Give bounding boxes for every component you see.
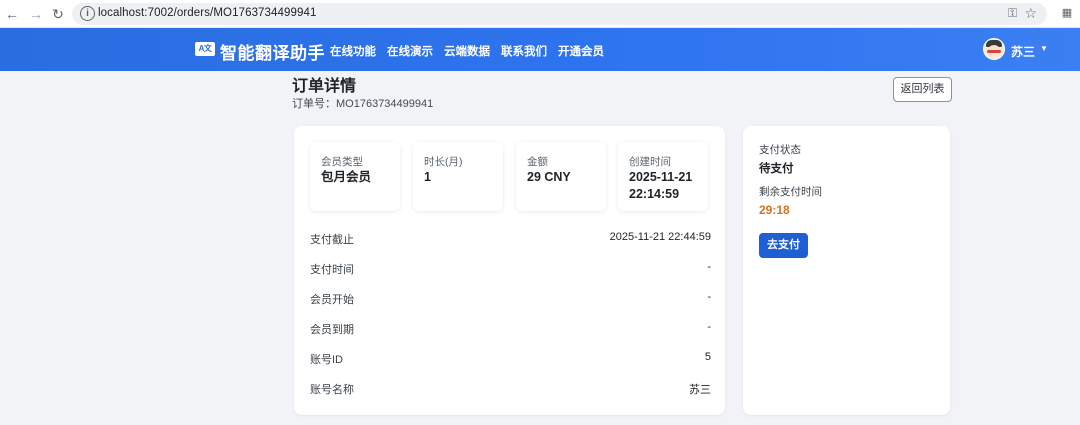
reload-icon[interactable]: ↻ (49, 5, 67, 23)
forward-arrow-icon[interactable]: → (27, 5, 45, 23)
detail-row-payment-time: 支付时间 - (310, 252, 711, 282)
summary-tile-duration: 时长(月) 1 (413, 142, 503, 211)
nav-item-cloud-data[interactable]: 云端数据 (444, 43, 490, 59)
app-header: A文 智能翻译助手 在线功能 在线演示 云端数据 联系我们 开通会员 苏三 ▼ (0, 28, 1080, 71)
payment-status-card: 支付状态 待支付 剩余支付时间 29:18 去支付 (743, 126, 950, 415)
nav-item-features[interactable]: 在线功能 (330, 43, 376, 59)
remaining-time-countdown: 29:18 (759, 203, 790, 217)
avatar-accent (987, 50, 1001, 53)
extensions-icon[interactable]: ▦ (1059, 6, 1075, 22)
summary-tile-membership-type: 会员类型 包月会员 (310, 142, 400, 211)
detail-label: 会员开始 (310, 294, 354, 306)
detail-value: 5 (704, 351, 711, 363)
logo-icon[interactable]: A文 (195, 42, 215, 56)
tile-label: 创建时间 (629, 156, 671, 168)
brand-title[interactable]: 智能翻译助手 (220, 39, 325, 64)
site-info-icon[interactable]: i (80, 6, 95, 21)
payment-status-value: 待支付 (759, 163, 794, 175)
summary-tile-amount: 金额 29 CNY (516, 142, 606, 211)
password-key-icon[interactable]: ⚿ (1008, 6, 1017, 21)
address-bar[interactable]: i localhost:7002/orders/MO1763734499941 … (72, 3, 1047, 25)
tile-label: 金额 (527, 156, 548, 168)
detail-value: - (707, 291, 711, 303)
detail-value: - (707, 321, 711, 333)
tile-label: 会员类型 (321, 156, 363, 168)
detail-label: 支付时间 (310, 264, 354, 276)
top-nav: 在线功能 在线演示 云端数据 联系我们 开通会员 (330, 43, 604, 59)
detail-label: 支付截止 (310, 234, 354, 246)
tile-value: 1 (424, 170, 431, 184)
nav-item-membership[interactable]: 开通会员 (558, 43, 604, 59)
user-name[interactable]: 苏三 (1011, 43, 1035, 60)
browser-toolbar: ← → ↻ i localhost:7002/orders/MO17637344… (0, 0, 1080, 28)
detail-list: 支付截止 2025-11-21 22:44:59 支付时间 - 会员开始 - 会… (310, 222, 711, 402)
pay-button[interactable]: 去支付 (759, 233, 808, 258)
order-detail-card: 会员类型 包月会员 时长(月) 1 金额 29 CNY 创建时间 2025-11… (294, 126, 725, 415)
tile-value: 包月会员 (321, 170, 372, 184)
order-number-value: MO1763734499941 (336, 98, 434, 110)
detail-value: 苏三 (689, 384, 711, 396)
detail-row-membership-start: 会员开始 - (310, 282, 711, 312)
detail-value: 2025-11-21 22:44:59 (609, 231, 711, 243)
remaining-time-label: 剩余支付时间 (759, 186, 822, 198)
tile-value: 29 CNY (527, 170, 571, 184)
avatar[interactable] (983, 38, 1005, 60)
detail-label: 账号ID (310, 354, 343, 366)
chevron-down-icon[interactable]: ▼ (1040, 44, 1048, 53)
nav-item-contact[interactable]: 联系我们 (501, 43, 547, 59)
detail-label: 账号名称 (310, 384, 354, 396)
detail-row-payment-deadline: 支付截止 2025-11-21 22:44:59 (310, 222, 711, 252)
back-arrow-icon[interactable]: ← (3, 5, 21, 23)
order-number: 订单号：MO1763734499941 (292, 95, 433, 111)
payment-status-label: 支付状态 (759, 144, 801, 156)
tile-value: 2025-11-21 22:14:59 (629, 170, 693, 201)
detail-row-account-name: 账号名称 苏三 (310, 372, 711, 402)
url-text[interactable]: localhost:7002/orders/MO1763734499941 (98, 7, 317, 19)
detail-value: - (707, 261, 711, 273)
bookmark-star-icon[interactable]: ☆ (1024, 5, 1037, 22)
tile-label: 时长(月) (424, 156, 463, 168)
order-number-label: 订单号： (292, 98, 336, 110)
detail-row-membership-end: 会员到期 - (310, 312, 711, 342)
back-to-list-button[interactable]: 返回列表 (893, 77, 952, 102)
detail-label: 会员到期 (310, 324, 354, 336)
summary-tile-created-time: 创建时间 2025-11-21 22:14:59 (618, 142, 708, 211)
page-title: 订单详情 (292, 78, 357, 95)
detail-row-account-id: 账号ID 5 (310, 342, 711, 372)
nav-item-demo[interactable]: 在线演示 (387, 43, 433, 59)
